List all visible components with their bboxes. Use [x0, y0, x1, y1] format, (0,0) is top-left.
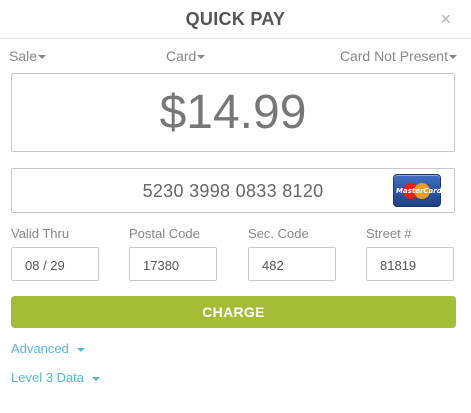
- caret-down-icon: [197, 55, 206, 60]
- postal-code-group: Postal Code 17380: [129, 226, 217, 281]
- valid-thru-input[interactable]: 08 / 29: [11, 247, 99, 281]
- transaction-options: Sale Card Card Not Present: [0, 48, 471, 66]
- street-number-input[interactable]: 81819: [366, 247, 454, 281]
- amount-value: $14.99: [159, 86, 307, 139]
- security-code-label: Sec. Code: [248, 226, 309, 241]
- security-code-input[interactable]: 482: [248, 247, 336, 281]
- payment-method-dropdown[interactable]: Card: [166, 48, 206, 64]
- dialog-header: QUICK PAY ×: [0, 0, 471, 39]
- transaction-type-dropdown[interactable]: Sale: [9, 48, 47, 64]
- mastercard-icon: MasterCard: [393, 174, 442, 207]
- charge-button[interactable]: CHARGE: [11, 296, 456, 328]
- security-code-group: Sec. Code 482: [248, 226, 336, 281]
- level3-data-label: Level 3 Data: [11, 370, 84, 385]
- valid-thru-label: Valid Thru: [11, 226, 70, 241]
- entry-mode-dropdown[interactable]: Card Not Present: [340, 48, 457, 64]
- postal-code-label: Postal Code: [129, 226, 200, 241]
- amount-field[interactable]: $14.99: [11, 73, 455, 152]
- card-details: Valid Thru 08 / 29 Postal Code 17380 Sec…: [0, 226, 471, 282]
- card-number-value: 5230 3998 0833 8120: [142, 181, 324, 201]
- level3-data-toggle[interactable]: Level 3 Data: [11, 370, 100, 385]
- caret-down-icon: [38, 55, 47, 60]
- mastercard-logo-text: MasterCard: [396, 187, 442, 195]
- street-number-group: Street # 81819: [366, 226, 454, 281]
- transaction-type-label: Sale: [9, 48, 38, 64]
- caret-down-icon: [449, 55, 457, 60]
- street-number-label: Street #: [366, 226, 412, 241]
- valid-thru-group: Valid Thru 08 / 29: [11, 226, 99, 281]
- postal-code-input[interactable]: 17380: [129, 247, 217, 281]
- advanced-label: Advanced: [11, 341, 69, 356]
- caret-down-icon: [92, 376, 100, 381]
- dialog-title: QUICK PAY: [185, 9, 286, 29]
- payment-method-label: Card: [166, 48, 197, 64]
- close-icon[interactable]: ×: [440, 9, 451, 29]
- entry-mode-label: Card Not Present: [339, 48, 448, 64]
- card-number-field[interactable]: 5230 3998 0833 8120 MasterCard: [11, 168, 455, 213]
- advanced-toggle[interactable]: Advanced: [11, 341, 85, 356]
- caret-down-icon: [76, 347, 85, 352]
